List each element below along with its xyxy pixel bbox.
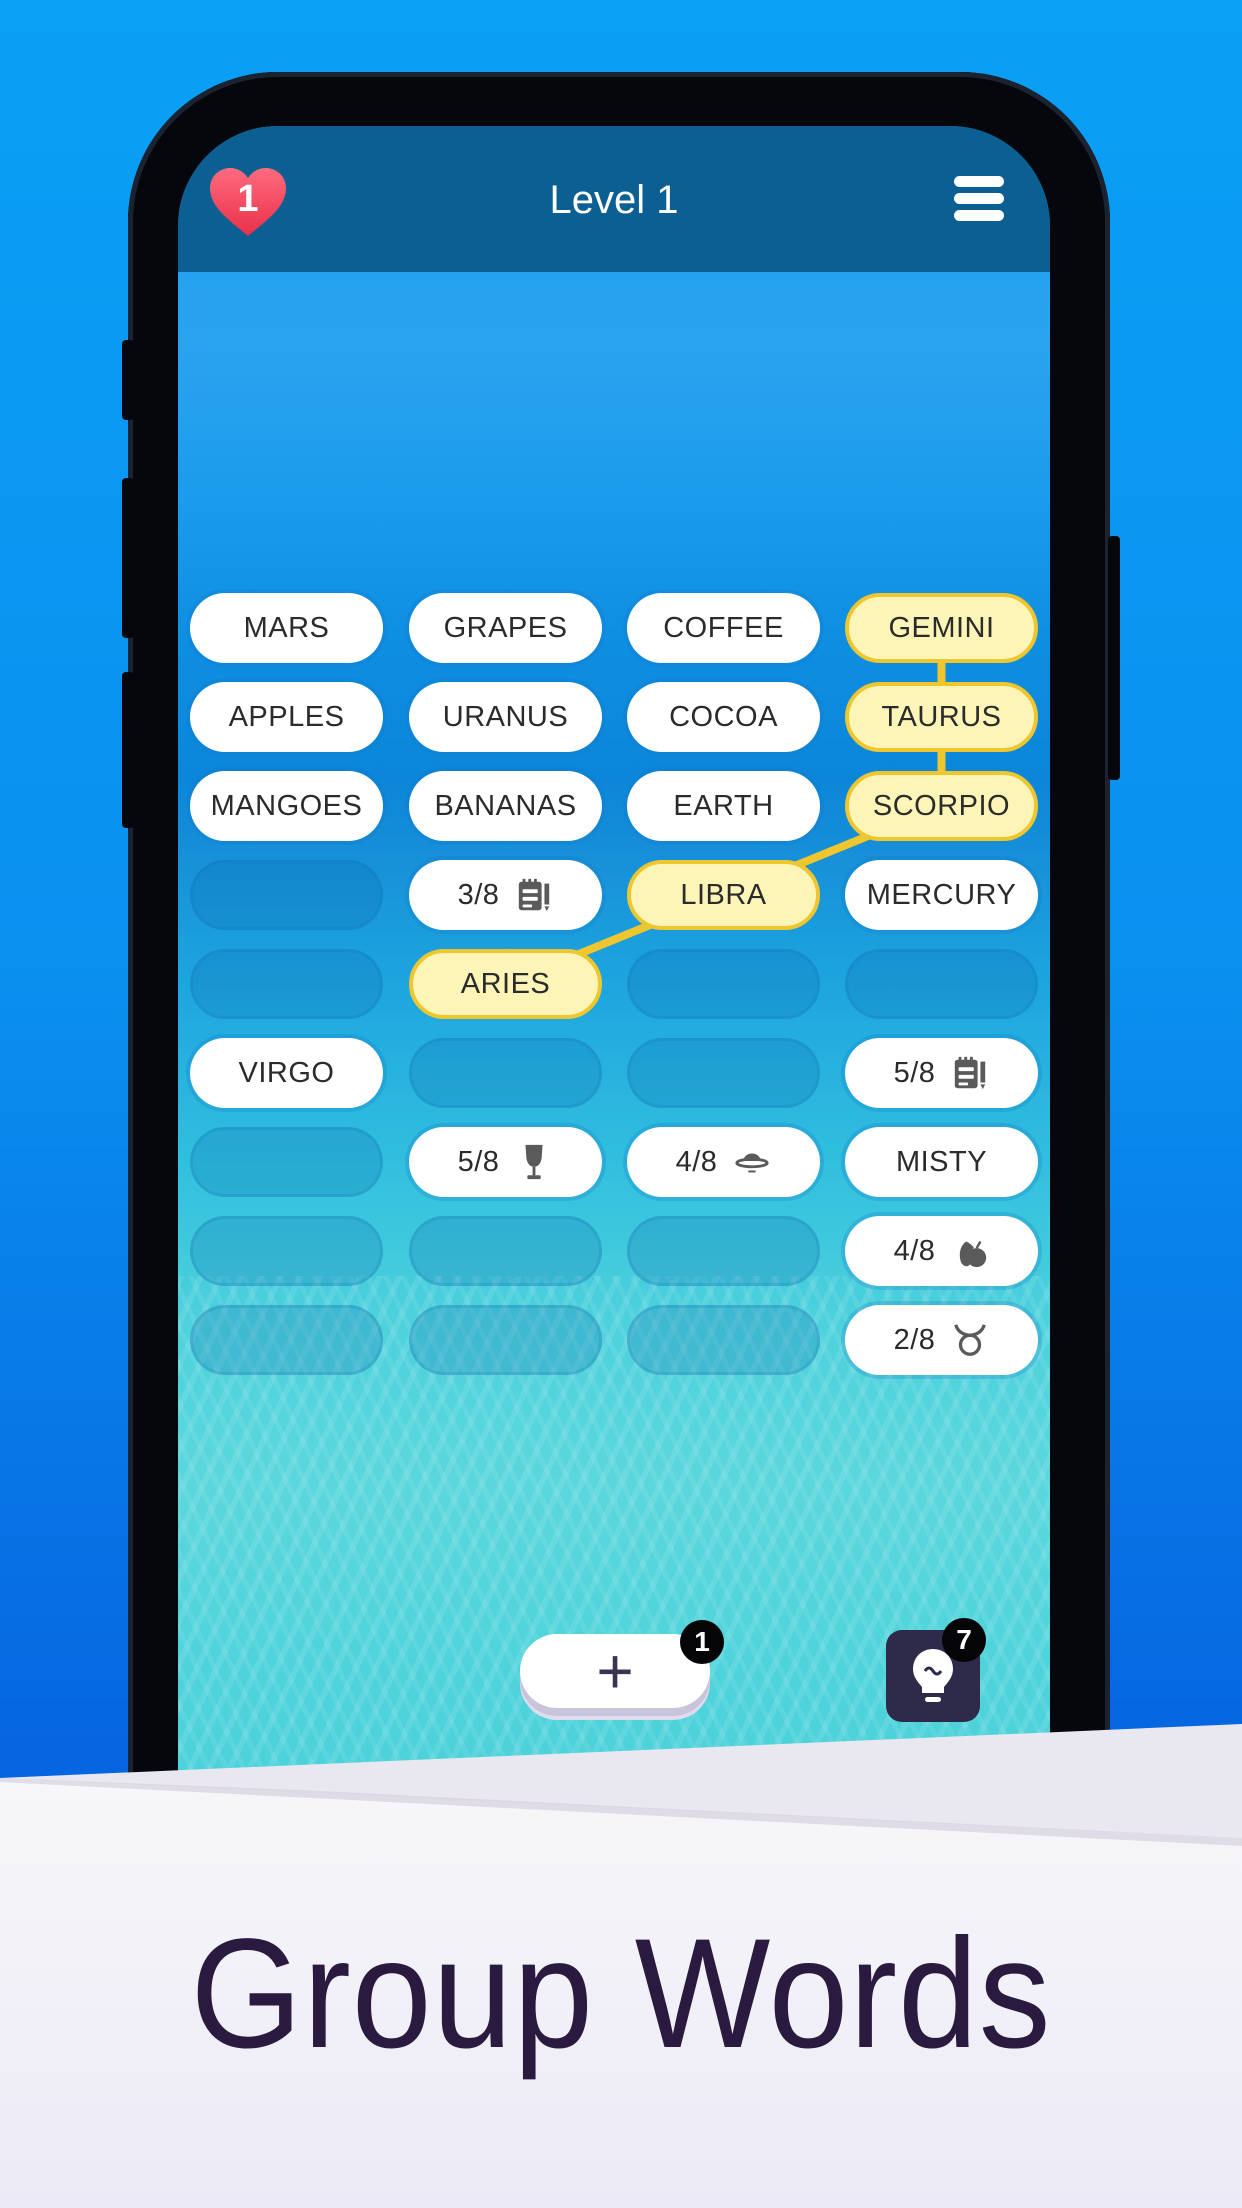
tile-label: BANANAS [434,789,577,822]
tile-label: LIBRA [680,878,767,911]
word-tile[interactable]: URANUS [409,682,602,752]
tile-label: COFFEE [663,611,784,644]
selected-word-tile[interactable]: GEMINI [845,593,1038,663]
word-tile[interactable]: MARS [190,593,383,663]
wine-glass-icon [515,1143,553,1181]
group-progress-tile[interactable]: 5/8 [409,1127,602,1197]
empty-slot [627,1305,820,1375]
group-progress-tile[interactable]: 5/8 [845,1038,1038,1108]
tile-label: 4/8 [893,1234,936,1267]
empty-slot [190,860,383,930]
tile-label: MARS [243,611,330,644]
empty-slot [627,949,820,1019]
fruit-icon [951,1232,989,1270]
word-tile[interactable]: MISTY [845,1127,1038,1197]
tile-label: 5/8 [457,1145,500,1178]
word-tile[interactable]: BANANAS [409,771,602,841]
phone-side-button [122,478,134,638]
empty-slot [190,1216,383,1286]
add-button-badge: 1 [680,1620,724,1664]
tile-label: COCOA [669,700,778,733]
tile-label: 4/8 [675,1145,718,1178]
tile-label: 2/8 [893,1323,936,1356]
tile-label: ARIES [460,967,551,1000]
notepad-icon [951,1054,989,1092]
empty-slot [190,949,383,1019]
plus-icon: + [596,1635,634,1707]
tile-label: VIRGO [238,1056,335,1089]
empty-slot [190,1305,383,1375]
tile-label: MANGOES [210,789,363,822]
notepad-icon [515,876,553,914]
group-progress-tile[interactable]: 4/8 [627,1127,820,1197]
word-tile[interactable]: COFFEE [627,593,820,663]
group-progress-tile[interactable]: 4/8 [845,1216,1038,1286]
word-tile[interactable]: APPLES [190,682,383,752]
game-screen: 1 Level 1 MARS GRAPES COFFEE GEMINI APPLES UR… [178,126,1050,1936]
tile-label: SCORPIO [872,789,1011,822]
empty-slot [190,1127,383,1197]
group-progress-tile[interactable]: 2/8 [845,1305,1038,1375]
selected-word-tile[interactable]: LIBRA [627,860,820,930]
word-tile[interactable]: MERCURY [845,860,1038,930]
tile-label: GRAPES [443,611,568,644]
tile-label: GEMINI [888,611,995,644]
word-tile[interactable]: VIRGO [190,1038,383,1108]
promo-headline: Group Words [190,1907,1052,2081]
empty-slot [409,1216,602,1286]
selected-word-tile[interactable]: TAURUS [845,682,1038,752]
tile-label: APPLES [228,700,345,733]
tile-label: TAURUS [881,700,1002,733]
tile-label: EARTH [673,789,774,822]
planet-icon [733,1143,771,1181]
empty-slot [409,1305,602,1375]
tile-label: 3/8 [457,878,500,911]
selected-word-tile[interactable]: SCORPIO [845,771,1038,841]
selected-word-tile[interactable]: ARIES [409,949,602,1019]
tile-label: URANUS [442,700,569,733]
phone-side-button [122,672,134,828]
empty-slot [627,1038,820,1108]
empty-slot [409,1038,602,1108]
word-tile[interactable]: COCOA [627,682,820,752]
word-tile[interactable]: GRAPES [409,593,602,663]
word-tile[interactable]: MANGOES [190,771,383,841]
tile-label: MISTY [895,1145,988,1178]
phone-power-button [1108,536,1120,780]
group-progress-tile[interactable]: 3/8 [409,860,602,930]
phone-side-button [122,340,134,420]
tile-label: MERCURY [866,878,1017,911]
tile-label: 5/8 [893,1056,936,1089]
empty-slot [627,1216,820,1286]
empty-slot [845,949,1038,1019]
taurus-symbol-icon [951,1321,989,1359]
hint-button-badge: 7 [942,1618,986,1662]
word-tile[interactable]: EARTH [627,771,820,841]
